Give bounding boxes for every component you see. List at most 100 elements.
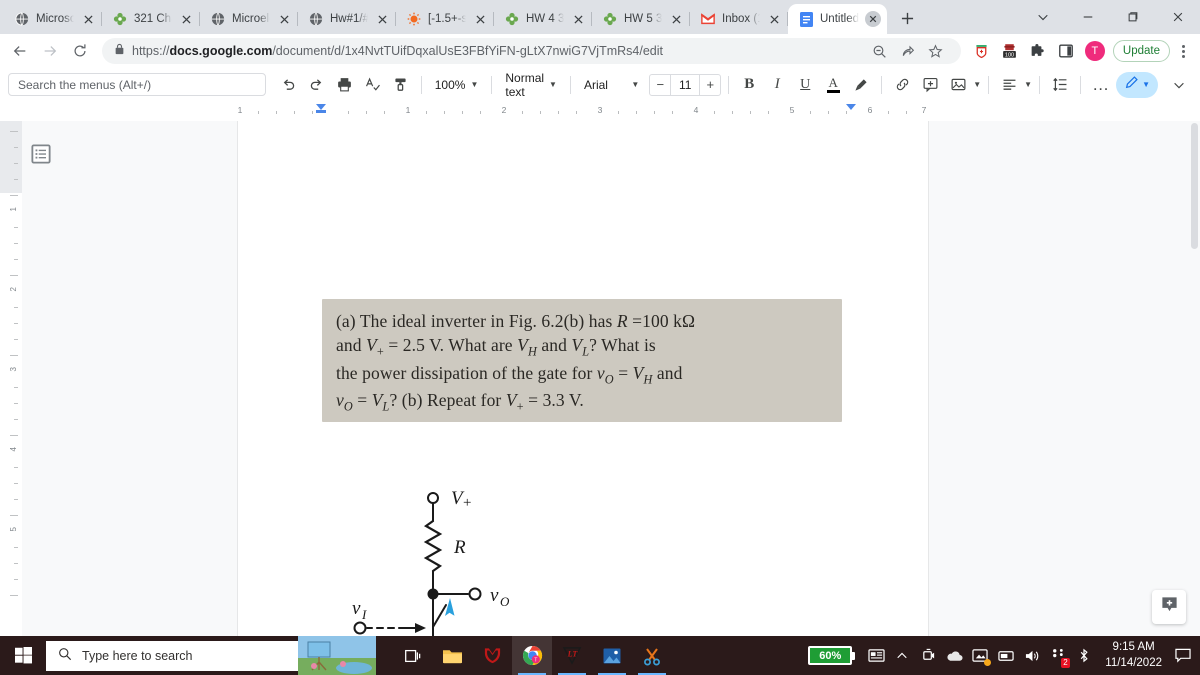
tab-close-icon[interactable]: [865, 11, 881, 27]
browser-tab[interactable]: Hw#1/#2: [298, 4, 396, 34]
tab-close-icon[interactable]: [374, 11, 390, 27]
font-size-stepper[interactable]: − 11 +: [649, 73, 722, 96]
chevron-down-icon[interactable]: [1020, 0, 1065, 34]
tab-close-icon[interactable]: [570, 11, 586, 27]
editing-mode-button[interactable]: ▼: [1116, 71, 1158, 98]
spellcheck-icon[interactable]: [360, 72, 386, 98]
address-bar[interactable]: https://docs.google.com/document/d/1x4Nv…: [102, 38, 961, 64]
browser-tab[interactable]: [-1.5+-sc: [396, 4, 494, 34]
restore-icon[interactable]: [1110, 0, 1155, 34]
taskbar-clock[interactable]: 9:15 AM 11/14/2022: [1097, 640, 1170, 671]
vertical-scrollbar[interactable]: [1189, 121, 1200, 636]
redo-icon[interactable]: [304, 72, 330, 98]
chevron-down-icon[interactable]: ▼: [1024, 80, 1032, 89]
tab-close-icon[interactable]: [80, 11, 96, 27]
browser-tab-active[interactable]: Untitled: [788, 4, 887, 34]
close-icon[interactable]: [1155, 0, 1200, 34]
chevron-down-icon[interactable]: ▼: [973, 80, 981, 89]
teams-icon[interactable]: [915, 636, 941, 675]
puzzle-extension-icon[interactable]: [1025, 38, 1051, 64]
paint-format-icon[interactable]: [388, 72, 414, 98]
first-line-indent-marker[interactable]: [316, 110, 326, 113]
print-icon[interactable]: [332, 72, 358, 98]
browser-tab[interactable]: Microele: [200, 4, 298, 34]
browser-toolbar: https://docs.google.com/document/d/1x4Nv…: [0, 34, 1200, 68]
windows-start-icon[interactable]: [0, 636, 46, 675]
taskbar-search-input[interactable]: Type here to search: [46, 640, 312, 671]
google-chrome-icon[interactable]: T: [512, 636, 552, 675]
volume-icon[interactable]: [1019, 636, 1045, 675]
text-color-button[interactable]: A: [820, 72, 846, 98]
action-center-icon[interactable]: [1170, 636, 1196, 675]
task-view-icon[interactable]: [392, 636, 432, 675]
italic-button[interactable]: I: [764, 72, 790, 98]
font-size-value[interactable]: 11: [670, 74, 701, 95]
scrollbar-thumb[interactable]: [1191, 123, 1198, 249]
share-icon[interactable]: [895, 38, 921, 64]
zoom-out-icon[interactable]: [867, 38, 893, 64]
tab-close-icon[interactable]: [178, 11, 194, 27]
new-tab-button[interactable]: [893, 4, 921, 32]
browser-tab[interactable]: Inbox (1,: [690, 4, 788, 34]
update-button[interactable]: Update: [1112, 40, 1170, 62]
kebab-menu-icon[interactable]: [1172, 38, 1194, 64]
display-icon[interactable]: [993, 636, 1019, 675]
browser-tab[interactable]: HW 5 32: [592, 4, 690, 34]
tab-close-icon[interactable]: [472, 11, 488, 27]
browser-tab[interactable]: 321 Chap: [102, 4, 200, 34]
link-icon[interactable]: [889, 72, 915, 98]
explore-button[interactable]: [1152, 590, 1186, 624]
search-input[interactable]: Search the menus (Alt+/): [8, 73, 266, 96]
tab-close-icon[interactable]: [668, 11, 684, 27]
file-explorer-icon[interactable]: [432, 636, 472, 675]
bookmark-star-icon[interactable]: [923, 38, 949, 64]
mcafee-icon[interactable]: [472, 636, 512, 675]
browser-tab[interactable]: Microsoft: [4, 4, 102, 34]
font-size-increase[interactable]: +: [700, 75, 720, 95]
document-page[interactable]: (a) The ideal inverter in Fig. 6.2(b) ha…: [238, 121, 928, 636]
clover-icon: [504, 11, 520, 27]
right-indent-marker[interactable]: [846, 104, 856, 110]
onedrive-icon[interactable]: [941, 636, 967, 675]
bluetooth-icon[interactable]: [1071, 636, 1097, 675]
docs-toolbar: Search the menus (Alt+/) 100% ▼ Normal t…: [0, 68, 1200, 102]
tab-close-icon[interactable]: [766, 11, 782, 27]
highlight-pen-icon[interactable]: [848, 72, 874, 98]
more-options-button[interactable]: …: [1088, 72, 1114, 98]
undo-icon[interactable]: [276, 72, 302, 98]
reload-icon[interactable]: [66, 37, 94, 65]
ruler-number: 7: [921, 105, 927, 115]
back-arrow-icon[interactable]: [6, 37, 34, 65]
tab-close-icon[interactable]: [276, 11, 292, 27]
battery-status[interactable]: 60%: [808, 646, 856, 665]
screenshot-icon[interactable]: [967, 636, 993, 675]
font-size-decrease[interactable]: −: [650, 75, 670, 95]
align-left-icon[interactable]: [996, 72, 1022, 98]
add-comment-icon[interactable]: [917, 72, 943, 98]
paragraph-style-select[interactable]: Normal text ▼: [499, 71, 563, 99]
notification-count-icon[interactable]: 2: [1045, 636, 1071, 675]
lt-spice-icon[interactable]: LT: [552, 636, 592, 675]
bold-button[interactable]: B: [736, 72, 762, 98]
chevron-down-icon[interactable]: ▼: [631, 80, 639, 89]
sidepanel-icon[interactable]: [1053, 38, 1079, 64]
score-100-extension-icon[interactable]: 100: [997, 38, 1023, 64]
font-family-select[interactable]: Arial: [578, 72, 629, 98]
news-weather-icon[interactable]: [863, 636, 889, 675]
line-spacing-icon[interactable]: [1047, 72, 1073, 98]
photos-icon[interactable]: [592, 636, 632, 675]
snip-sketch-icon[interactable]: [632, 636, 672, 675]
horizontal-ruler[interactable]: 1 1 2 3 4 5 6 7: [0, 102, 1200, 121]
insert-image-icon[interactable]: [945, 72, 971, 98]
vertical-ruler[interactable]: 1 2 3 4 5: [0, 121, 22, 636]
forward-arrow-icon[interactable]: [36, 37, 64, 65]
profile-avatar[interactable]: T: [1084, 41, 1105, 61]
show-hidden-icons-chevron[interactable]: [889, 636, 915, 675]
underline-button[interactable]: U: [792, 72, 818, 98]
shield-extension-icon[interactable]: [969, 38, 995, 64]
browser-tab[interactable]: HW 4 32: [494, 4, 592, 34]
minimize-icon[interactable]: [1065, 0, 1110, 34]
collapse-toolbar-icon[interactable]: [1166, 72, 1192, 98]
document-outline-icon[interactable]: [26, 139, 56, 169]
zoom-select[interactable]: 100% ▼: [429, 72, 485, 98]
